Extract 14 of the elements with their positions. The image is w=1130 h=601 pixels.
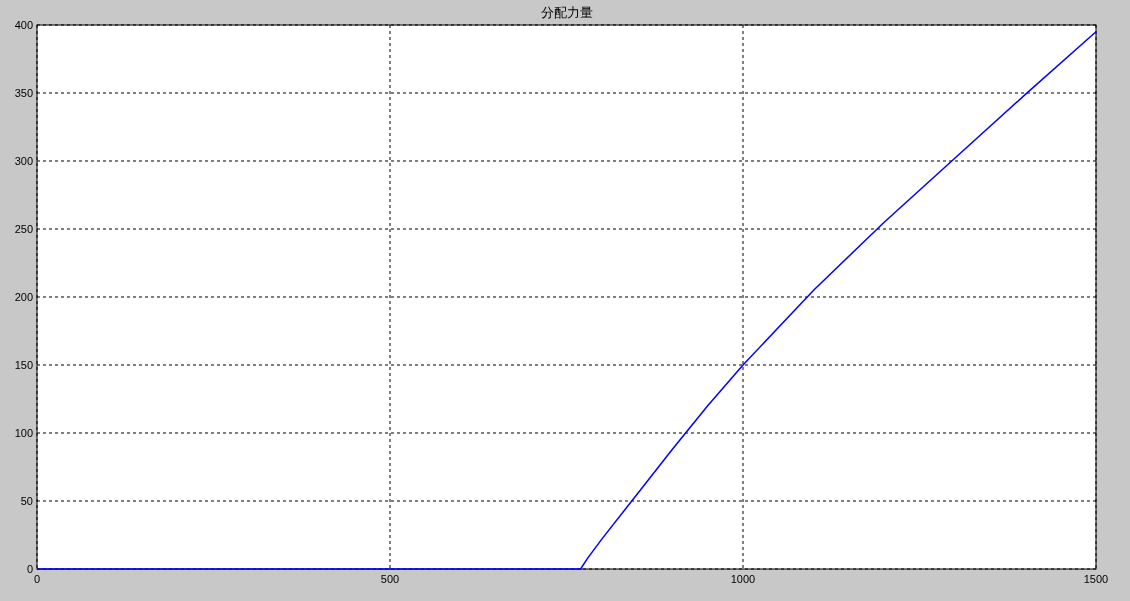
y-tick-label: 350 xyxy=(14,87,33,99)
y-tick-label: 50 xyxy=(20,495,33,507)
chart-title: 分配力量 xyxy=(540,5,593,20)
y-tick-label: 200 xyxy=(14,291,33,303)
y-tick-label: 250 xyxy=(14,223,33,235)
y-tick-label: 0 xyxy=(26,563,33,575)
y-tick-label: 150 xyxy=(14,359,33,371)
x-tick-label: 1500 xyxy=(1083,573,1109,585)
x-tick-label: 500 xyxy=(380,573,400,585)
y-tick-label: 400 xyxy=(14,19,33,31)
y-tick-label: 300 xyxy=(14,155,33,167)
x-tick-label: 1000 xyxy=(730,573,756,585)
y-tick-label: 100 xyxy=(14,427,33,439)
x-tick-label: 0 xyxy=(33,573,41,585)
